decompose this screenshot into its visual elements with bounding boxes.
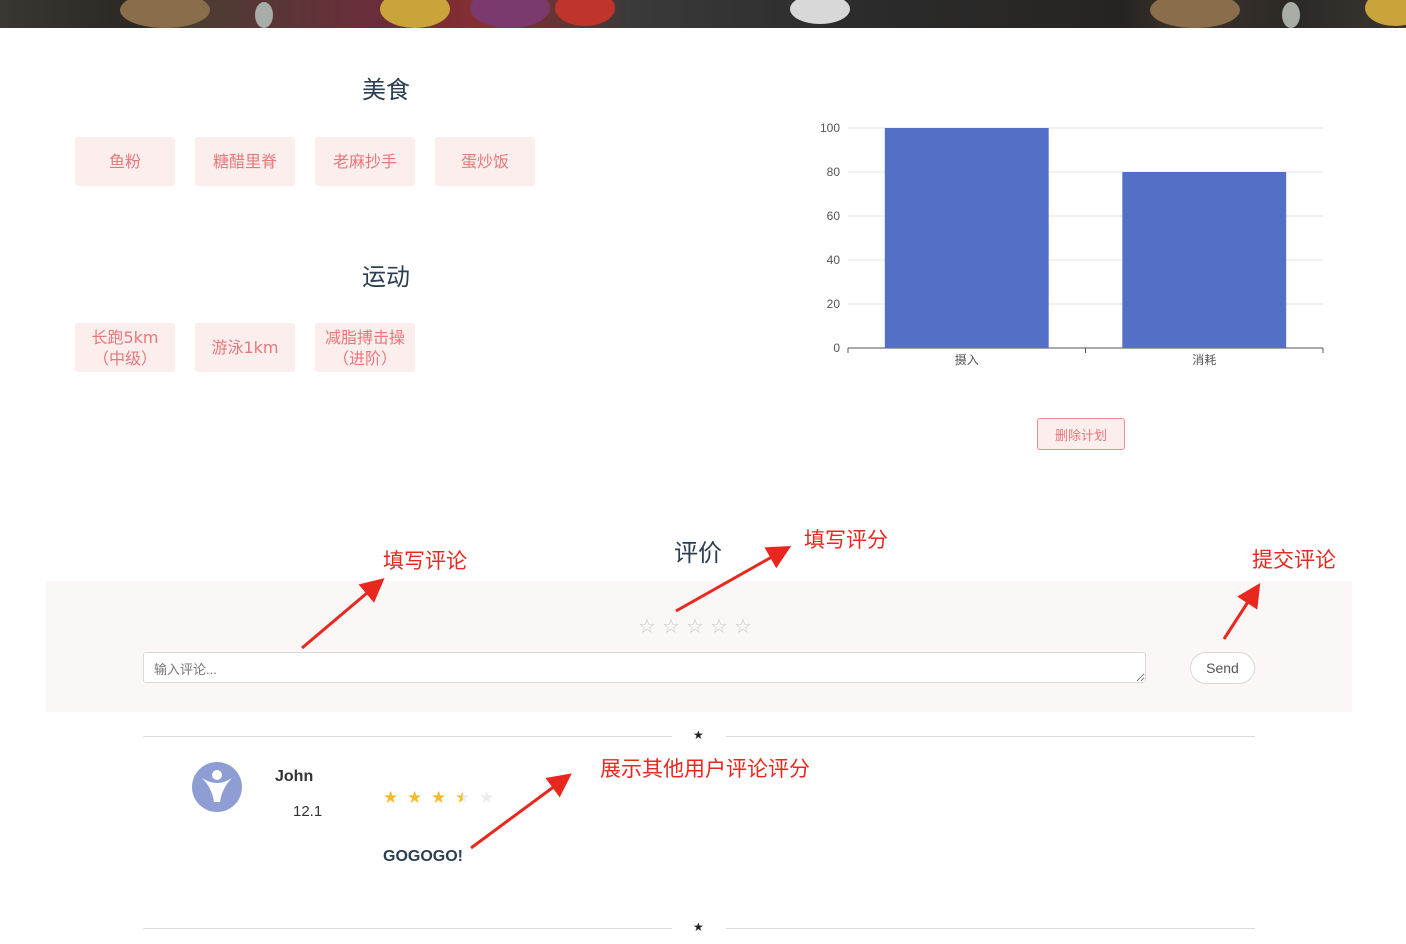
chart-ytick-label: 100 [820,121,840,135]
avatar [192,762,242,812]
sport-tag[interactable]: 游泳1km [195,323,295,372]
divider-line [726,928,1255,929]
delete-plan-button[interactable]: 删除计划 [1037,418,1125,450]
sport-heading: 运动 [362,263,410,291]
food-banner-image [0,0,1406,28]
star-divider-icon: ★ [693,728,704,742]
sport-tag[interactable]: 长跑5km（中级） [75,323,175,372]
chart-ytick-label: 0 [833,341,840,355]
divider-line [726,736,1255,737]
annotation-write-rating: 填写评分 [804,528,888,552]
food-heading: 美食 [362,76,410,104]
star-filled-icon: ★ [383,788,399,808]
star-icon[interactable]: ☆ [638,614,656,638]
chart-category-label: 摄入 [955,352,979,367]
divider-line [143,736,672,737]
send-button[interactable]: Send [1190,652,1255,684]
chart-ytick-label: 40 [827,253,841,267]
chart-bar [884,128,1049,348]
chart-category-label: 消耗 [1192,353,1216,367]
comment-user-name: John [275,768,314,785]
star-divider-icon: ★ [693,920,704,934]
star-icon[interactable]: ☆ [662,614,680,638]
chart-bar [1122,172,1287,348]
chart-ytick-label: 60 [827,209,841,223]
divider-line [143,928,672,929]
chart-ytick-label: 80 [827,165,841,179]
comment-date: 12.1 [293,803,323,820]
star-icon[interactable]: ☆ [734,614,752,638]
comment-input[interactable] [143,652,1146,683]
food-tag[interactable]: 糖醋里脊 [195,137,295,186]
star-icon[interactable]: ☆ [686,614,704,638]
review-form-panel [46,581,1352,712]
star-half-icon: ★ [455,788,471,808]
sport-tag[interactable]: 减脂搏击操（进阶） [315,323,415,372]
food-tag[interactable]: 老麻抄手 [315,137,415,186]
chart-ytick-label: 20 [827,297,841,311]
review-heading: 评价 [674,539,722,567]
intake-burn-bar-chart: 0 20 40 60 80 100 摄入 消耗 [820,121,1324,367]
annotation-submit-comment: 提交评论 [1252,548,1336,572]
star-filled-icon: ★ [431,788,447,808]
star-empty-icon: ★ [479,788,495,808]
annotation-write-comment: 填写评论 [383,549,467,573]
food-tag[interactable]: 蛋炒饭 [435,137,535,186]
star-icon[interactable]: ☆ [710,614,728,638]
star-filled-icon: ★ [407,788,423,808]
annotation-show-others: 展示其他用户评论评分 [600,757,810,781]
comment-text: GOGOGO! [383,848,463,865]
food-tag[interactable]: 鱼粉 [75,137,175,186]
